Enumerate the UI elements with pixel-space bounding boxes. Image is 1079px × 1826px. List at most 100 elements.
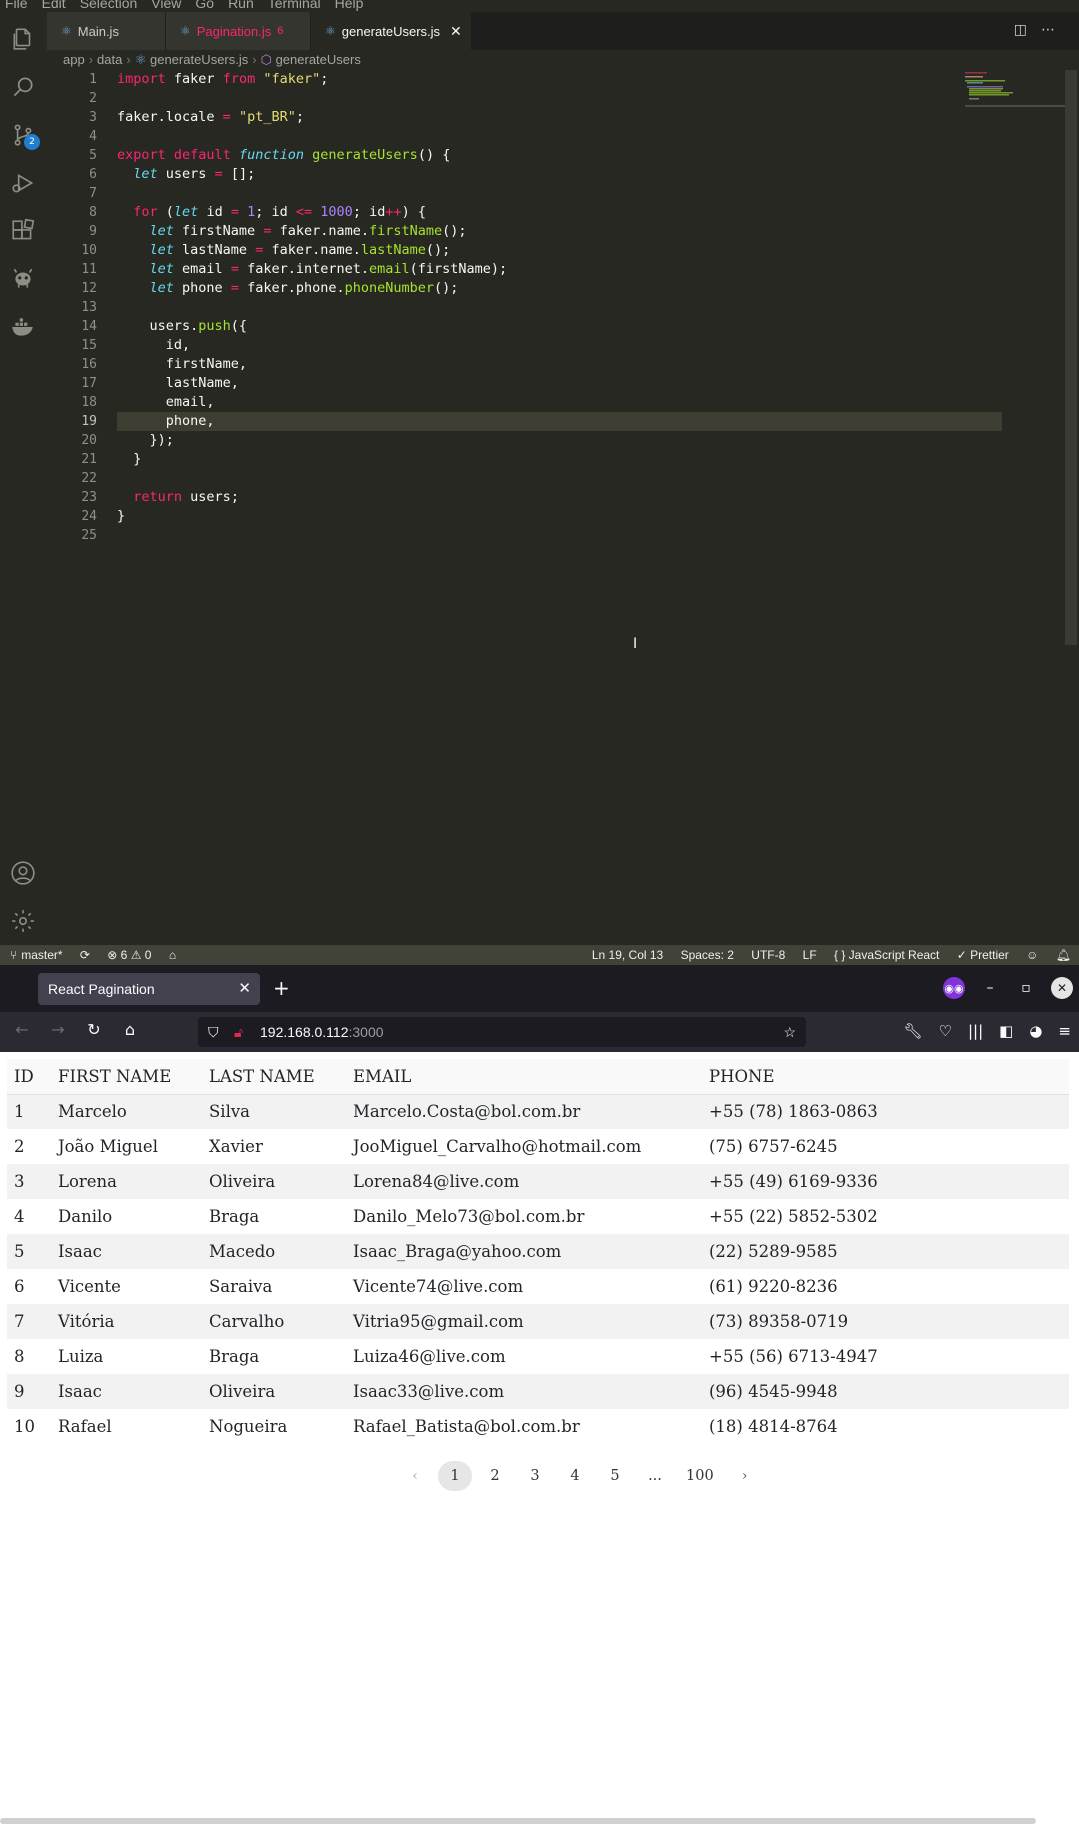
problems-indicator[interactable]: ⊗ 6 ⚠ 0 (107, 948, 151, 962)
forward-arrow-icon[interactable]: → (46, 1020, 70, 1039)
line-number: 10 (81, 243, 97, 258)
notifications-bell-icon[interactable]: 🔔︎ (1056, 948, 1071, 962)
line-number: 17 (81, 376, 97, 391)
menu-view[interactable]: View (151, 0, 181, 11)
table-row: 9 Isaac Oliveira Isaac33@live.com (96) 4545-… (7, 1374, 1069, 1409)
code-line: export default function generateUsers() … (117, 147, 451, 163)
reload-icon[interactable]: ↻ (82, 1020, 106, 1039)
search-icon[interactable] (8, 72, 38, 102)
page-3-button[interactable]: 3 (518, 1461, 552, 1491)
cursor-position[interactable]: Ln 19, Col 13 (592, 948, 663, 962)
home-icon[interactable]: ⌂ (118, 1020, 142, 1039)
new-tab-icon[interactable]: + (273, 976, 290, 1000)
insecure-lock-icon[interactable]: 🔓︎ (234, 1017, 243, 1047)
page-4-button[interactable]: 4 (558, 1461, 592, 1491)
code-line: let email = faker.internet.email(firstNa… (149, 261, 508, 277)
cell-last-name: Oliveira (209, 1382, 276, 1401)
breadcrumb-app[interactable]: app (63, 52, 85, 67)
menu-go[interactable]: Go (195, 0, 214, 11)
table-row: 5 Isaac Macedo Isaac_Braga@yahoo.com (22) 52… (7, 1234, 1069, 1269)
cell-first-name: Vicente (58, 1277, 121, 1296)
library-icon[interactable]: ||| (968, 1022, 983, 1040)
line-number: 2 (89, 91, 97, 106)
maximize-icon[interactable]: ▫ (1015, 980, 1037, 996)
tracking-shield-icon[interactable]: ⛉ (208, 1017, 219, 1047)
page-5-button[interactable]: 5 (598, 1461, 632, 1491)
settings-gear-icon[interactable] (8, 906, 38, 936)
page-horizontal-scrollbar[interactable] (0, 1818, 1036, 1824)
split-editor-icon[interactable]: ◫ (1014, 22, 1041, 38)
breadcrumb-data[interactable]: data (97, 52, 122, 67)
pocket-icon[interactable]: ♡ (939, 1022, 952, 1040)
url-host: 192.168.0.112 (260, 1024, 349, 1040)
bookmark-star-icon[interactable]: ☆ (783, 1017, 796, 1047)
editor-scrollbar[interactable] (1065, 70, 1077, 645)
window-controls: ◉◉ – ▫ ✕ (943, 977, 1073, 999)
home-icon[interactable]: ⌂ (169, 948, 176, 962)
account-icon[interactable] (8, 858, 38, 888)
more-actions-icon[interactable]: ⋯ (1041, 22, 1069, 38)
close-tab-icon[interactable]: ✕ (450, 23, 462, 40)
cell-email: Danilo_Melo73@bol.com.br (353, 1207, 585, 1226)
back-arrow-icon[interactable]: ← (10, 1020, 34, 1039)
end-of-line[interactable]: LF (803, 948, 817, 962)
column-header-last-name: LAST NAME (202, 1059, 346, 1095)
page-100-button[interactable]: 100 (678, 1461, 722, 1491)
menu-edit[interactable]: Edit (42, 0, 66, 11)
next-page-button[interactable]: › (728, 1461, 762, 1491)
cell-phone: (96) 4545-9948 (709, 1382, 838, 1401)
code-line: } (117, 508, 126, 524)
indentation[interactable]: Spaces: 2 (681, 948, 734, 962)
close-window-icon[interactable]: ✕ (1051, 977, 1073, 999)
docker-icon[interactable] (8, 312, 38, 342)
editor-actions: ◫⋯ (1014, 22, 1069, 38)
tab-main-js[interactable]: ⚛ Main.js (47, 12, 165, 50)
explorer-icon[interactable] (8, 24, 38, 54)
menu-help[interactable]: Help (335, 0, 364, 11)
code-editor[interactable]: 1 2 3 4 5 6 7 8 9 10 11 12 13 14 15 16 1… (47, 70, 1079, 945)
browser-navbar: ← → ↻ ⌂ ⛉ 🔓︎ 192.168.0.112:3000 ☆ 🔧︎ ♡ |… (0, 1012, 1079, 1052)
browser-tab[interactable]: React Pagination ✕ (38, 973, 260, 1005)
breadcrumb-file[interactable]: generateUsers.js (150, 52, 248, 67)
page-1-button[interactable]: 1 (438, 1461, 472, 1491)
page-2-button[interactable]: 2 (478, 1461, 512, 1491)
hamburger-menu-icon[interactable]: ≡ (1058, 1022, 1071, 1040)
menu-terminal[interactable]: Terminal (268, 0, 321, 11)
wrench-icon[interactable]: 🔧︎ (903, 1022, 922, 1040)
sidebar-icon[interactable]: ◧ (999, 1022, 1013, 1040)
menu-run[interactable]: Run (228, 0, 254, 11)
cell-last-name: Saraiva (209, 1277, 273, 1296)
close-tab-icon[interactable]: ✕ (238, 979, 251, 997)
previous-page-button[interactable]: ‹ (398, 1461, 432, 1491)
code-line: for (let id = 1; id <= 1000; id++) { (133, 204, 426, 220)
feedback-icon[interactable]: ☺ (1026, 948, 1038, 962)
encoding[interactable]: UTF-8 (751, 948, 785, 962)
cell-id: 4 (14, 1207, 25, 1226)
minimize-icon[interactable]: – (979, 980, 1001, 996)
cell-first-name: Isaac (58, 1382, 102, 1401)
url-bar[interactable]: ⛉ 🔓︎ 192.168.0.112:3000 ☆ (198, 1017, 806, 1047)
code-lines[interactable]: import faker from "faker"; faker.locale … (117, 70, 1002, 545)
prettier-status[interactable]: ✓ Prettier (957, 948, 1009, 962)
breadcrumb-symbol[interactable]: generateUsers (276, 52, 361, 67)
tab-label: generateUsers.js (341, 23, 441, 39)
minimap[interactable] (965, 70, 1065, 110)
sync-icon[interactable]: ⟳ (80, 948, 90, 962)
menu-file[interactable]: File (5, 0, 28, 11)
pagination-ellipsis: ... (648, 1468, 662, 1484)
tab-pagination-js[interactable]: ⚛ Pagination.js 6 (166, 12, 310, 50)
account-avatar-icon[interactable]: ◕ (1029, 1022, 1042, 1040)
menu-selection[interactable]: Selection (80, 0, 138, 11)
alien-extension-icon[interactable] (8, 264, 38, 294)
source-control-icon[interactable]: 2 (8, 120, 40, 150)
run-debug-icon[interactable] (8, 168, 38, 198)
git-branch[interactable]: master* (21, 948, 62, 962)
tab-generateusers-js[interactable]: ⚛ generateUsers.js ✕ (311, 12, 471, 50)
language-mode[interactable]: { } JavaScript React (834, 948, 939, 962)
cell-first-name: Lorena (58, 1172, 118, 1191)
extensions-icon[interactable] (8, 216, 38, 246)
line-number: 20 (81, 433, 97, 448)
